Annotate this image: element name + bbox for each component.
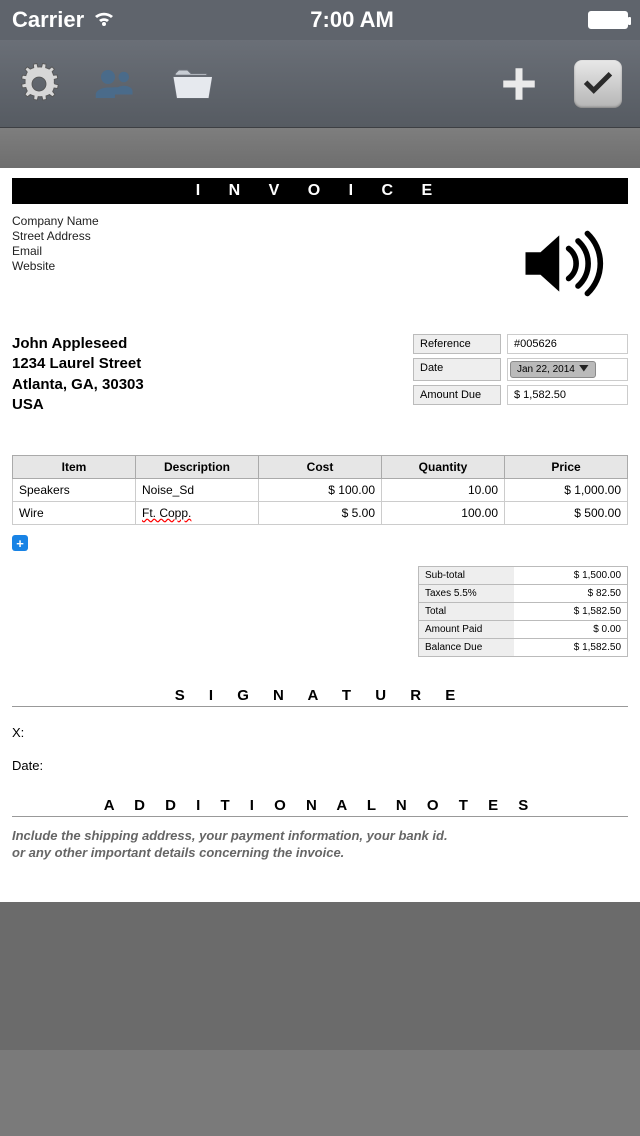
- battery-icon: [588, 11, 628, 29]
- subtotal-value: $ 1,500.00: [514, 567, 627, 584]
- cell-item[interactable]: Wire: [13, 502, 136, 525]
- chevron-down-icon: [579, 365, 589, 375]
- notes-body[interactable]: Include the shipping address, your payme…: [12, 827, 628, 862]
- reference-label: Reference: [413, 334, 501, 354]
- add-button[interactable]: [498, 63, 540, 105]
- notes-heading: A D D I T I O N A L N O T E S: [12, 797, 628, 817]
- toolbar: [0, 40, 640, 128]
- cell-desc[interactable]: Ft. Copp.: [136, 502, 259, 525]
- customer-city: Atlanta, GA, 30303: [12, 375, 144, 395]
- cell-cost[interactable]: $ 100.00: [259, 479, 382, 502]
- col-cost: Cost: [259, 456, 382, 479]
- customer-name: John Appleseed: [12, 334, 144, 354]
- date-label: Date: [413, 358, 501, 381]
- cell-price: $ 500.00: [505, 502, 628, 525]
- cell-cost[interactable]: $ 5.00: [259, 502, 382, 525]
- done-button[interactable]: [574, 60, 622, 108]
- taxes-value: $ 82.50: [514, 585, 627, 602]
- reference-value[interactable]: #005626: [507, 334, 628, 354]
- line-items-table: Item Description Cost Quantity Price Spe…: [12, 455, 628, 525]
- col-desc: Description: [136, 456, 259, 479]
- col-price: Price: [505, 456, 628, 479]
- amount-due-label: Amount Due: [413, 385, 501, 405]
- totals-block: Sub-total$ 1,500.00 Taxes 5.5%$ 82.50 To…: [418, 566, 628, 657]
- contacts-button[interactable]: [94, 63, 136, 105]
- notes-line: or any other important details concernin…: [12, 844, 628, 862]
- invoice-meta: Reference #005626 Date Jan 22, 2014 Amou…: [413, 334, 628, 415]
- footer-area: [0, 902, 640, 1050]
- signature-date[interactable]: Date:: [12, 758, 628, 773]
- signature-x[interactable]: X:: [12, 725, 628, 740]
- col-item: Item: [13, 456, 136, 479]
- customer-country: USA: [12, 395, 144, 415]
- paid-label: Amount Paid: [419, 621, 514, 638]
- settings-button[interactable]: [18, 63, 60, 105]
- document-title: I N V O I C E: [12, 178, 628, 204]
- balance-label: Balance Due: [419, 639, 514, 656]
- bill-to[interactable]: John Appleseed 1234 Laurel Street Atlant…: [12, 334, 144, 415]
- table-header-row: Item Description Cost Quantity Price: [13, 456, 628, 479]
- balance-value: $ 1,582.50: [514, 639, 627, 656]
- subtotal-label: Sub-total: [419, 567, 514, 584]
- cell-item[interactable]: Speakers: [13, 479, 136, 502]
- divider-strip: [0, 128, 640, 168]
- wifi-icon: [92, 7, 116, 33]
- signature-heading: S I G N A T U R E: [12, 687, 628, 707]
- total-label: Total: [419, 603, 514, 620]
- col-qty: Quantity: [382, 456, 505, 479]
- cell-qty[interactable]: 10.00: [382, 479, 505, 502]
- date-value: Jan 22, 2014: [517, 364, 575, 375]
- invoice-document: I N V O I C E Company Name Street Addres…: [0, 168, 640, 902]
- audio-button[interactable]: [518, 226, 608, 306]
- cell-desc[interactable]: Noise_Sd: [136, 479, 259, 502]
- paid-value[interactable]: $ 0.00: [514, 621, 627, 638]
- amount-due-value: $ 1,582.50: [507, 385, 628, 405]
- clock: 7:00 AM: [310, 7, 394, 33]
- cell-price: $ 1,000.00: [505, 479, 628, 502]
- total-value: $ 1,582.50: [514, 603, 627, 620]
- customer-street: 1234 Laurel Street: [12, 354, 144, 374]
- status-bar: Carrier 7:00 AM: [0, 0, 640, 40]
- table-row[interactable]: Wire Ft. Copp. $ 5.00 100.00 $ 500.00: [13, 502, 628, 525]
- table-row[interactable]: Speakers Noise_Sd $ 100.00 10.00 $ 1,000…: [13, 479, 628, 502]
- notes-line: Include the shipping address, your payme…: [12, 827, 628, 845]
- folder-button[interactable]: [170, 63, 212, 105]
- carrier-label: Carrier: [12, 7, 84, 33]
- taxes-label[interactable]: Taxes 5.5%: [419, 585, 514, 602]
- date-picker[interactable]: Jan 22, 2014: [510, 361, 596, 378]
- cell-qty[interactable]: 100.00: [382, 502, 505, 525]
- add-line-button[interactable]: +: [12, 535, 28, 551]
